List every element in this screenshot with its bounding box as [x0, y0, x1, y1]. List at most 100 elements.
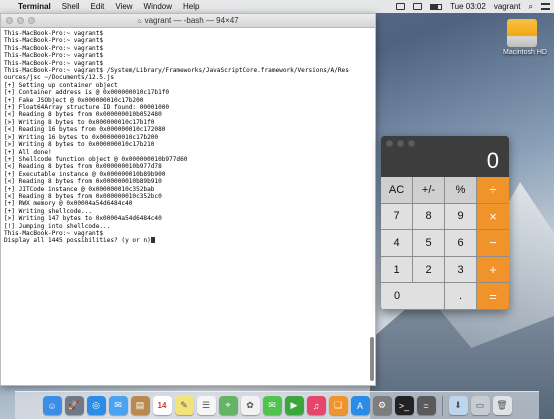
calc-key-equals[interactable]: =: [477, 283, 509, 310]
photos-icon[interactable]: ✿: [240, 396, 260, 415]
calc-key-0[interactable]: 0: [381, 283, 445, 310]
calc-key-minus[interactable]: −: [477, 230, 509, 257]
scrollbar-thumb[interactable]: [370, 337, 374, 381]
calc-key-8[interactable]: 8: [413, 203, 445, 231]
dock: ☺ 🚀 ◎ ✉ ▤ 14 ✎ ☰ ⌖ ✿ ✉ ▶ ♫ ❑ A ⚙ >_ = ⬇ ▭ 🗑: [15, 391, 539, 419]
launchpad-icon[interactable]: 🚀: [64, 396, 84, 415]
menu-view[interactable]: View: [115, 2, 132, 11]
disk-label: Macintosh HD: [503, 49, 547, 56]
menu-edit[interactable]: Edit: [91, 2, 105, 11]
app-store-icon[interactable]: A: [350, 396, 370, 415]
terminal-line: [+] Shellcode function object @ 0x000000…: [4, 155, 188, 163]
terminal-line: [+] All done!: [4, 148, 52, 156]
terminal-line: This-MacBook-Pro:~ vagrant$: [4, 59, 104, 67]
terminal-line: [+] RWX memory @ 0x00004a54d6484c40: [4, 200, 133, 208]
zoom-button[interactable]: [28, 17, 35, 24]
hard-drive-icon: [507, 19, 537, 47]
calc-key-5[interactable]: 5: [413, 230, 445, 257]
calculator-display-area: 0: [381, 136, 509, 177]
calculator-keypad: AC +/-% ÷ 7 8 9 × 4 5 6− 1 2 3 +0. =: [381, 177, 509, 310]
calculator-icon[interactable]: =: [416, 396, 436, 415]
calculator-window[interactable]: 0 AC +/-% ÷ 7 8 9 × 4 5 6− 1 2 3 +0. =: [381, 136, 509, 310]
terminal-line: [+] Setting up container object: [4, 81, 118, 89]
terminal-line: This-MacBook-Pro:~ vagrant$: [4, 52, 104, 60]
calc-key-1[interactable]: 1: [381, 256, 413, 284]
terminal-line: [+] Writing shellcode...: [4, 207, 93, 215]
system-preferences-icon[interactable]: ⚙: [372, 396, 392, 415]
terminal-line: [>] Writing 147 bytes to 0x00004a54d6484…: [4, 215, 162, 223]
terminal-line: [+] JITCode instance @ 0x000000010c352ba…: [4, 185, 155, 193]
terminal-line: This-MacBook-Pro:~ vagrant$: [4, 37, 104, 45]
window-controls: [6, 17, 35, 24]
terminal-line: [+] Float64Array structure ID found: 000…: [4, 104, 170, 112]
airplay-icon[interactable]: [396, 3, 406, 10]
calc-key-plus[interactable]: +: [477, 256, 509, 284]
reminders-icon[interactable]: ☰: [196, 396, 216, 415]
terminal-line: [<] Reading 8 bytes from 0x000000010c352…: [4, 192, 162, 200]
calc-key-divide[interactable]: ÷: [477, 177, 509, 204]
menu-help[interactable]: Help: [183, 2, 199, 11]
calc-key-percent[interactable]: %: [445, 177, 477, 204]
terminal-line: [+] Executable instance @ 0x000000010b89…: [4, 170, 166, 178]
battery-icon[interactable]: [430, 3, 443, 10]
calculator-close-button[interactable]: [386, 140, 393, 147]
calculator-window-controls: [386, 140, 415, 147]
downloads-stack-icon[interactable]: ⬇: [448, 396, 468, 415]
calc-key-clear[interactable]: AC: [381, 177, 413, 204]
notes-icon[interactable]: ✎: [174, 396, 194, 415]
calc-key-7[interactable]: 7: [381, 203, 413, 231]
itunes-icon[interactable]: ♫: [306, 396, 326, 415]
terminal-line: [<] Reading 16 bytes from 0x000000010c17…: [4, 126, 166, 134]
terminal-line: [>] Writing 8 bytes to 0x000000010c17b21…: [4, 141, 155, 149]
macintosh-hd-icon[interactable]: Macintosh HD: [503, 19, 547, 63]
terminal-icon[interactable]: >_: [394, 396, 414, 415]
terminal-line: [!] Jumping into shellcode...: [4, 222, 111, 230]
calc-key-4[interactable]: 4: [381, 230, 413, 257]
calc-key-2[interactable]: 2: [413, 256, 445, 284]
folder-stack-icon[interactable]: ▭: [470, 396, 490, 415]
menu-shell[interactable]: Shell: [62, 2, 80, 11]
maps-icon[interactable]: ⌖: [218, 396, 238, 415]
contacts-icon[interactable]: ▤: [130, 396, 150, 415]
display-icon[interactable]: [413, 3, 423, 10]
terminal-line: [<] Reading 8 bytes from 0x000000010b052…: [4, 111, 162, 119]
calc-key-multiply[interactable]: ×: [477, 203, 509, 231]
calculator-zoom-button[interactable]: [408, 140, 415, 147]
menu-window[interactable]: Window: [144, 2, 172, 11]
calc-key-sign[interactable]: +/-: [413, 177, 445, 204]
terminal-output[interactable]: This-MacBook-Pro:~ vagrant$ This-MacBook-…: [1, 28, 375, 385]
messages-icon[interactable]: ✉: [262, 396, 282, 415]
menu-bar-status: Tue 03:02 vagrant ⌕: [396, 0, 550, 13]
terminal-line: This-MacBook-Pro:~ vagrant$: [4, 30, 104, 37]
safari-icon[interactable]: ◎: [86, 396, 106, 415]
calc-key-decimal[interactable]: .: [445, 283, 477, 310]
terminal-line: Display all 1445 possibilities? (y or n): [4, 237, 151, 245]
calculator-minimize-button[interactable]: [397, 140, 404, 147]
trash-icon[interactable]: 🗑: [492, 396, 512, 415]
notification-center-icon[interactable]: [541, 3, 550, 10]
terminal-scrollbar[interactable]: [369, 30, 374, 385]
ibooks-icon[interactable]: ❑: [328, 396, 348, 415]
terminal-line: [+] Fake JSObject @ 0x000000010c17b200: [4, 96, 144, 104]
finder-icon[interactable]: ☺: [42, 396, 62, 415]
calendar-icon[interactable]: 14: [152, 396, 172, 415]
close-button[interactable]: [6, 17, 13, 24]
facetime-icon[interactable]: ▶: [284, 396, 304, 415]
spotlight-icon[interactable]: ⌕: [529, 2, 533, 12]
calculator-display: 0: [486, 148, 499, 173]
menu-bar: Terminal Shell Edit View Window Help Tue…: [0, 0, 554, 13]
calc-key-3[interactable]: 3: [445, 256, 477, 284]
terminal-titlebar[interactable]: ⌂ vagrant — -bash — 94×47: [1, 14, 375, 28]
terminal-line: [>] Writing 8 bytes to 0x000000010c17b1f…: [4, 118, 155, 126]
calc-key-6[interactable]: 6: [445, 230, 477, 257]
terminal-line: [+] Container address is @ 0x000000010c1…: [4, 89, 170, 97]
menu-app-name[interactable]: Terminal: [18, 2, 51, 11]
terminal-line: This-MacBook-Pro:~ vagrant$ /System/Libr…: [4, 67, 349, 75]
terminal-window[interactable]: ⌂ vagrant — -bash — 94×47 This-MacBook-Pr…: [0, 13, 376, 386]
minimize-button[interactable]: [17, 17, 24, 24]
menu-user[interactable]: vagrant: [494, 2, 521, 11]
dock-separator: [441, 395, 443, 416]
calc-key-9[interactable]: 9: [445, 203, 477, 231]
mail-icon[interactable]: ✉: [108, 396, 128, 415]
menu-clock[interactable]: Tue 03:02: [450, 2, 486, 11]
